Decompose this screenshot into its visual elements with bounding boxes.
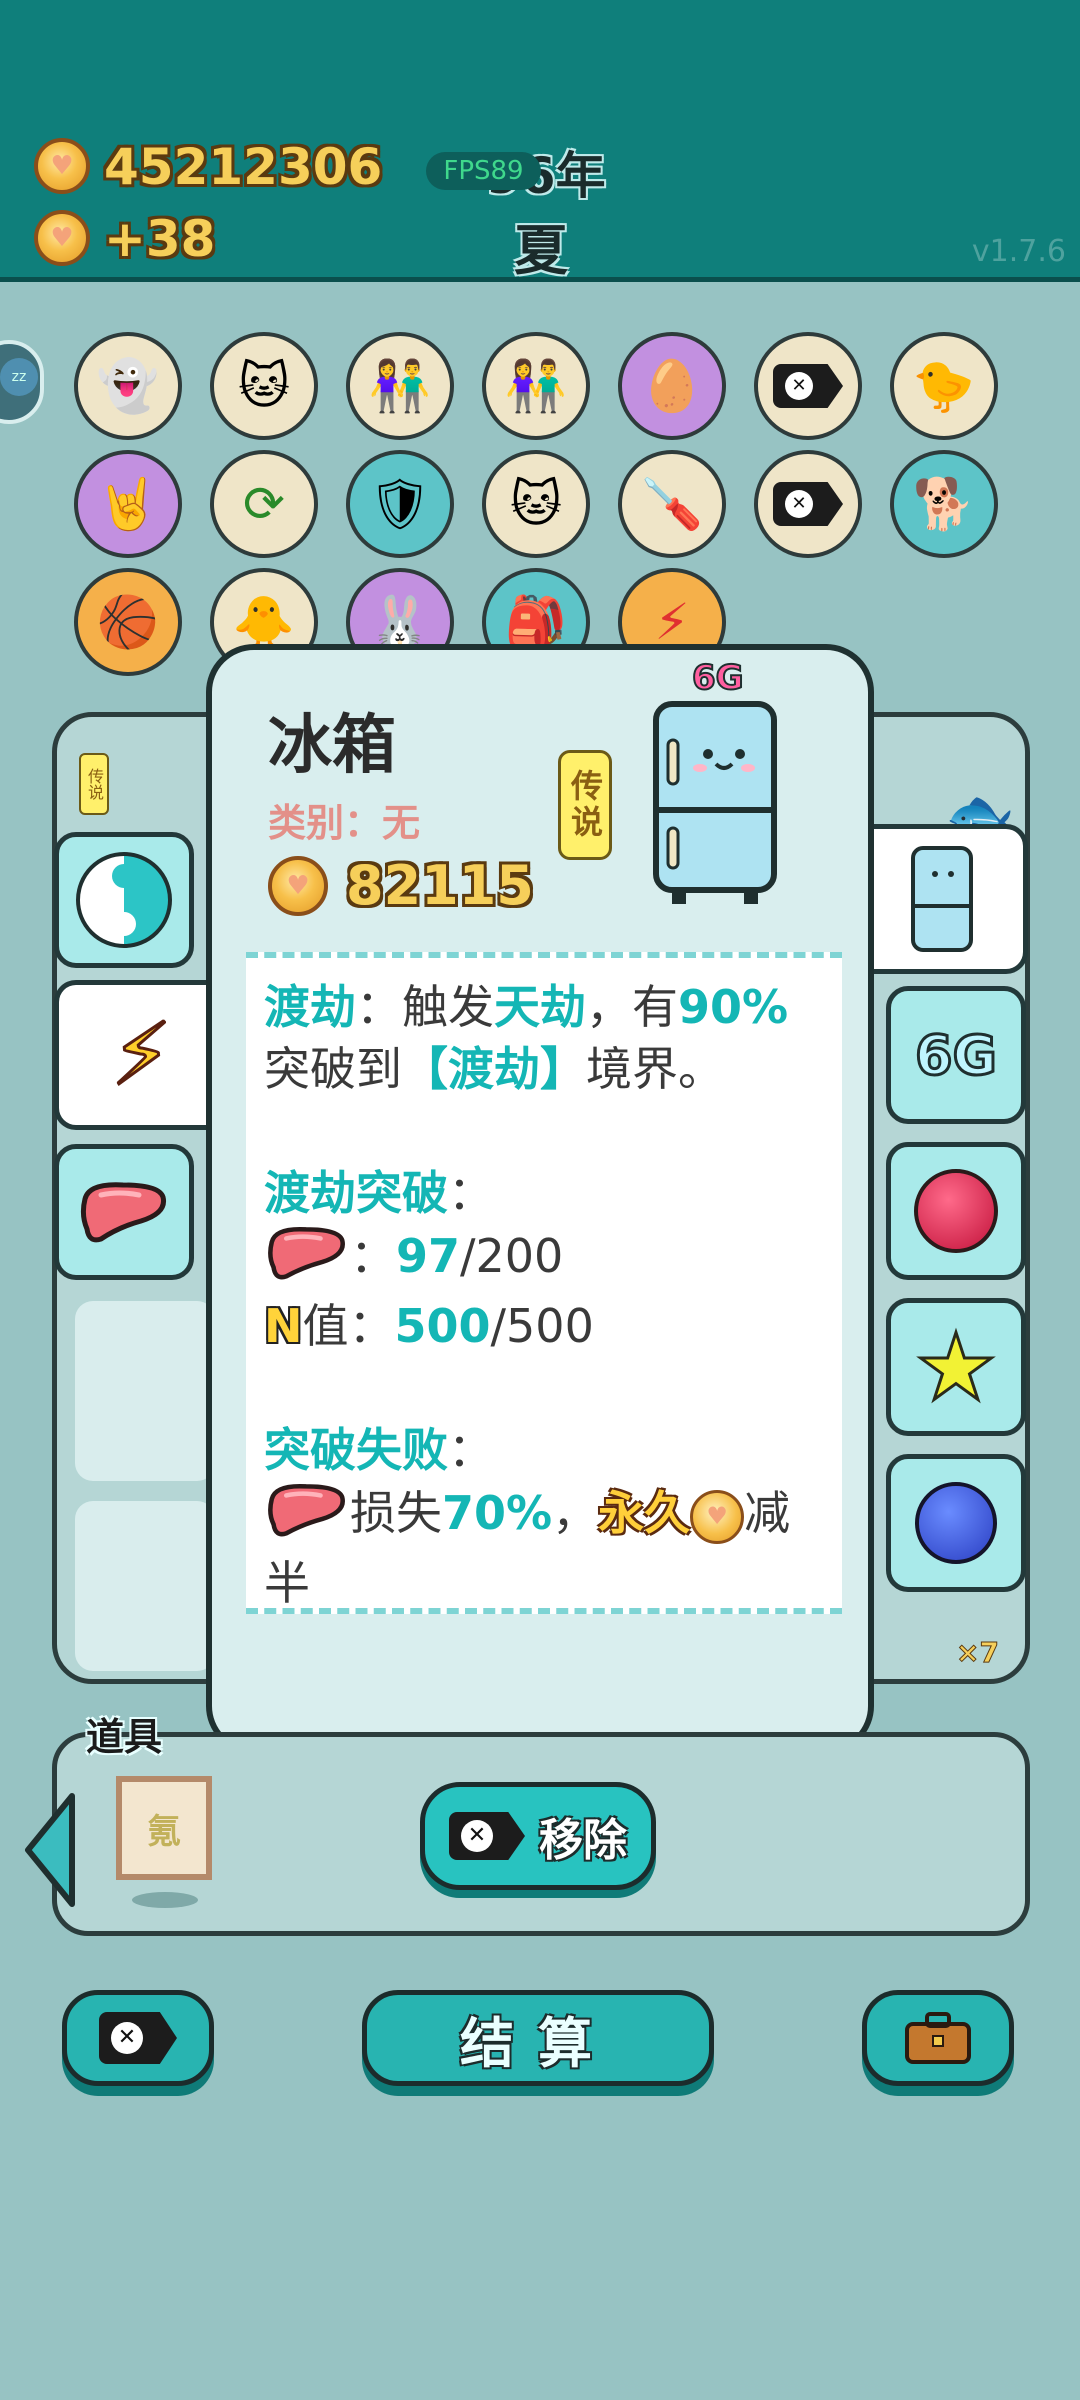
fridge-icon	[910, 846, 973, 952]
tool-shadow	[132, 1892, 198, 1908]
item-category: 类别：无	[268, 801, 421, 845]
refresh-icon[interactable]: ⟳	[210, 450, 318, 558]
item-description: 渡劫：触发天劫，有90% 突破到【渡劫】境界。 渡劫突破： ：97/200 N值…	[246, 952, 842, 1614]
item-price: 82115	[346, 854, 534, 917]
chick-egg-icon[interactable]: 🐤	[890, 332, 998, 440]
panel-rarity-badge: 传说	[79, 753, 109, 815]
star-icon: ★	[913, 1312, 999, 1422]
version-label: v1.7.6	[971, 234, 1066, 269]
desc-line: 渡劫：触发天劫，有90%	[264, 980, 789, 1034]
remove-tag-icon: ✕	[449, 1812, 525, 1860]
item-count: ×7	[956, 1636, 1000, 1670]
tab-6g[interactable]: 6G	[886, 986, 1026, 1124]
coin-balance: 45212306	[104, 138, 383, 196]
item-name: 冰箱	[268, 709, 396, 783]
remove-tag-icon: ✕	[773, 364, 843, 408]
briefcase-icon	[905, 2012, 971, 2064]
fridge-image	[650, 698, 780, 910]
zz-icon: zz	[0, 358, 38, 396]
liver-icon	[80, 1182, 167, 1243]
couple-icon[interactable]: 👫	[346, 332, 454, 440]
breakthrough-title: 渡劫突破：	[264, 1166, 494, 1220]
desc-line: 突破到【渡劫】境界。	[264, 1042, 724, 1096]
tab-star[interactable]: ★	[886, 1298, 1026, 1436]
panel-slot	[75, 1301, 215, 1481]
couple-icon[interactable]: 👫	[482, 332, 590, 440]
cat-icon[interactable]: 🐱	[210, 332, 318, 440]
basketball-icon[interactable]: 🏀	[74, 568, 182, 676]
dog-icon[interactable]: 🐕	[890, 450, 998, 558]
coin-icon: ♥	[34, 138, 90, 194]
fail-line: 半	[264, 1556, 310, 1610]
n-requirement: N值：500/500	[264, 1299, 594, 1353]
top-bar: ♥ 45212306 ♥ +38 96年 FPS89 夏 v1.7.6	[0, 0, 1080, 282]
remove-tag-icon: ✕	[99, 2012, 177, 2064]
tab-lightning[interactable]: ⚡	[54, 980, 224, 1130]
tab-blueberry[interactable]	[886, 1454, 1026, 1592]
tool-slot[interactable]: 氪	[116, 1776, 212, 1880]
liver-requirement: ：97/200	[264, 1224, 826, 1295]
tab-yin-yang[interactable]	[54, 832, 194, 968]
sleep-button[interactable]: zz	[0, 340, 44, 424]
tab-liver[interactable]	[54, 1144, 194, 1280]
coin-income: +38	[104, 210, 216, 268]
shield-wrench-icon[interactable]: 🛡	[346, 450, 454, 558]
coin-icon: ♥	[690, 1489, 745, 1544]
blueberry-icon	[915, 1482, 997, 1564]
lightning-icon: ⚡	[110, 1004, 173, 1107]
settle-button[interactable]: 结算	[362, 1990, 714, 2086]
season-label: 夏	[514, 219, 568, 282]
discard-button[interactable]: ✕	[62, 1990, 214, 2086]
fail-title: 突破失败：	[264, 1423, 494, 1477]
remove-button[interactable]: ✕ 移除	[420, 1782, 656, 1890]
panel-slot	[75, 1501, 215, 1671]
remove-tag-icon[interactable]: ✕	[754, 450, 862, 558]
lychee-icon	[914, 1169, 998, 1253]
screwdriver-icon[interactable]: 🪛	[618, 450, 726, 558]
coin-icon: ♥	[268, 855, 328, 916]
left-arrow-icon[interactable]	[20, 1790, 80, 1910]
6g-tag: 6G	[691, 657, 745, 699]
coin-income-icon: ♥	[34, 210, 90, 266]
cat-icon[interactable]: 🐱	[482, 450, 590, 558]
ghost-icon[interactable]: 👻	[74, 332, 182, 440]
fail-line: 损失70%，永久 ♥ 减	[264, 1481, 826, 1552]
fps-badge: FPS89	[426, 152, 541, 190]
yin-yang-icon	[76, 852, 172, 948]
tab-lychee[interactable]	[886, 1142, 1026, 1280]
settle-label: 结算	[460, 2011, 616, 2075]
item-popup: 冰箱 类别：无 传说 ♥ 82115 6G 渡劫：触发天劫，有90% 突破到【渡…	[206, 644, 874, 1754]
egg-icon[interactable]: 🥚	[618, 332, 726, 440]
briefcase-button[interactable]	[862, 1990, 1014, 2086]
6g-icon: 6G	[914, 1022, 999, 1088]
price-row: ♥ 82115	[268, 854, 534, 917]
rock-hand-icon[interactable]: 🤘	[74, 450, 182, 558]
tools-label: 道具	[86, 1715, 163, 1759]
remove-tag-icon[interactable]: ✕	[754, 332, 862, 440]
liver-icon	[264, 1224, 350, 1295]
liver-icon	[264, 1481, 350, 1552]
rarity-badge: 传说	[558, 750, 612, 860]
tab-fridge[interactable]	[860, 824, 1028, 974]
remove-label: 移除	[539, 1815, 627, 1866]
remove-tag-icon: ✕	[773, 482, 843, 526]
